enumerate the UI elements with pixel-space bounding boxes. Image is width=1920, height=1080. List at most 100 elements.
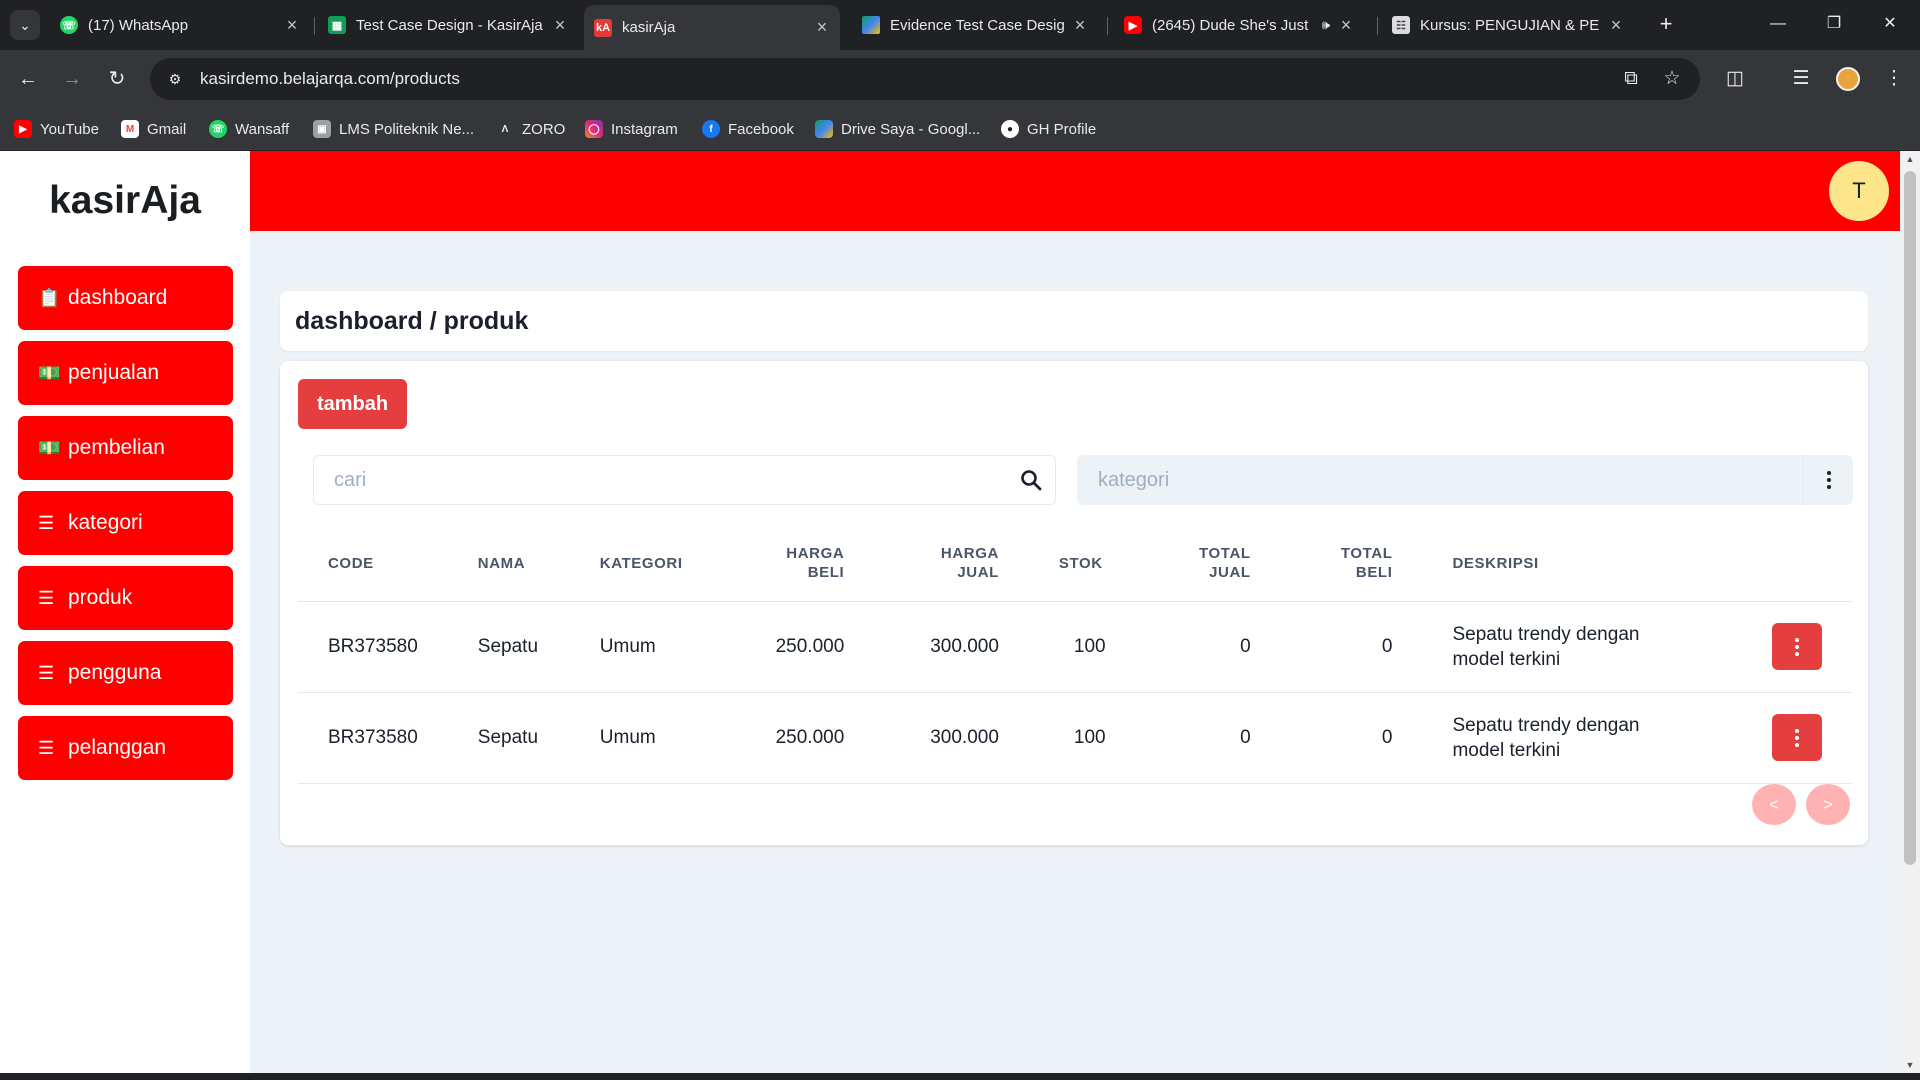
bookmark-lms[interactable]: ▣ LMS Politeknik Ne...	[313, 118, 474, 140]
sidebar-item-pengguna[interactable]: ☰ pengguna	[18, 641, 233, 705]
tab-title: kasirAja	[622, 19, 676, 36]
sidebar-item-label: pengguna	[68, 661, 162, 684]
cell-actions	[1720, 692, 1852, 784]
sidebar: kasirAja 📋 dashboard 💵 penjualan 💵 pembe…	[0, 151, 250, 1073]
bookmarks-bar: ▶ YouTube M Gmail ☏ Wansaff ▣ LMS Polite…	[0, 108, 1920, 150]
category-menu-button[interactable]	[1803, 455, 1853, 505]
table-row: BR373580 Sepatu Umum 250.000 300.000 100…	[298, 601, 1852, 693]
bookmark-wansaff[interactable]: ☏ Wansaff	[209, 118, 289, 140]
browser-tab-youtube[interactable]: ▶ (2645) Dude She's Just 🕪 ×	[1114, 7, 1364, 43]
lms-icon: ▣	[313, 120, 331, 138]
bookmark-zoro[interactable]: Λ ZORO	[496, 118, 565, 140]
browser-tab-kursus[interactable]: ☷ Kursus: PENGUJIAN & PEN ×	[1382, 7, 1634, 43]
bookmark-facebook[interactable]: f Facebook	[702, 118, 794, 140]
tab-title: (2645) Dude She's Just	[1152, 16, 1309, 34]
browser-menu-button[interactable]: ⋮	[1878, 63, 1910, 95]
bookmark-label: LMS Politeknik Ne...	[339, 120, 475, 138]
sidebar-item-label: dashboard	[68, 286, 168, 309]
browser-tab-kasiraja[interactable]: kA kasirAja ×	[584, 5, 840, 50]
address-bar[interactable]: ⚙ kasirdemo.belajarqa.com/products	[150, 58, 1700, 100]
bookmark-instagram[interactable]: ◯ Instagram	[585, 118, 678, 140]
category-select	[1077, 455, 1853, 505]
scroll-down-icon[interactable]: ▼	[1900, 1057, 1920, 1073]
bookmark-label: Facebook	[728, 120, 794, 138]
add-product-button[interactable]: tambah	[298, 379, 407, 429]
speaker-icon[interactable]: 🕪	[1322, 17, 1330, 33]
minimize-button[interactable]: —	[1758, 10, 1798, 38]
more-vertical-icon	[1795, 728, 1799, 747]
sidebar-item-dashboard[interactable]: 📋 dashboard	[18, 266, 233, 330]
profile-avatar[interactable]	[1836, 67, 1860, 91]
pagination-prev-button[interactable]: <	[1752, 784, 1796, 825]
sidebar-item-produk[interactable]: ☰ produk	[18, 566, 233, 630]
sidebar-item-penjualan[interactable]: 💵 penjualan	[18, 341, 233, 405]
bookmark-label: ZORO	[522, 120, 566, 138]
search-icon[interactable]	[1019, 468, 1043, 492]
list-icon: ☰	[38, 737, 55, 758]
user-avatar[interactable]: T	[1829, 161, 1889, 221]
reload-button[interactable]: ↻	[101, 63, 133, 95]
list-icon: ☰	[38, 662, 55, 683]
close-icon[interactable]: ×	[1338, 15, 1354, 36]
back-button[interactable]: ←	[12, 63, 44, 95]
bookmark-star-button[interactable]: ☆	[1656, 63, 1688, 95]
sidebar-item-pembelian[interactable]: 💵 pembelian	[18, 416, 233, 480]
star-icon: ☆	[1663, 68, 1681, 89]
close-icon[interactable]: ×	[1072, 15, 1088, 36]
forward-button[interactable]: →	[56, 63, 88, 95]
close-icon[interactable]: ×	[814, 17, 830, 38]
sidebar-item-pelanggan[interactable]: ☰ pelanggan	[18, 716, 233, 780]
new-tab-button[interactable]: +	[1652, 10, 1680, 38]
close-icon[interactable]: ×	[284, 15, 300, 36]
restore-button[interactable]: ❐	[1814, 10, 1854, 38]
close-window-button[interactable]: ✕	[1870, 10, 1910, 38]
cell-code: BR373580	[298, 601, 448, 693]
cell-stok: 100	[1028, 601, 1139, 693]
row-menu-button[interactable]	[1772, 623, 1822, 670]
bookmark-youtube[interactable]: ▶ YouTube	[14, 118, 99, 140]
bookmark-gmail[interactable]: M Gmail	[121, 118, 186, 140]
bookmark-drive[interactable]: Drive Saya - Googl...	[815, 118, 980, 140]
close-icon[interactable]: ×	[552, 15, 568, 36]
pagination-next-button[interactable]: >	[1806, 784, 1850, 825]
row-menu-button[interactable]	[1772, 714, 1822, 761]
app-logo[interactable]: kasirAja	[0, 179, 250, 223]
column-header-harga-jual: HARGA JUAL	[874, 526, 1029, 602]
bookmark-label: Drive Saya - Googl...	[841, 120, 981, 138]
search-input[interactable]	[315, 457, 995, 503]
browser-tab-whatsapp[interactable]: ☏ (17) WhatsApp ×	[50, 7, 310, 43]
whatsapp-icon: ☏	[60, 16, 78, 34]
column-header-harga-beli: HARGA BELI	[719, 526, 875, 602]
sheets-icon: ▦	[328, 16, 346, 34]
scroll-thumb[interactable]	[1904, 171, 1916, 865]
media-control-button[interactable]: ☰	[1785, 63, 1817, 95]
close-icon: ✕	[1883, 15, 1897, 32]
bookmark-gh-profile[interactable]: ● GH Profile	[1001, 118, 1096, 140]
tab-divider	[1377, 17, 1378, 35]
list-icon: ☰	[38, 587, 55, 608]
install-icon: ⧉	[1624, 68, 1638, 89]
tab-divider	[314, 17, 315, 35]
header-text: TOTAL JUAL	[1199, 545, 1251, 582]
browser-tab-evidence[interactable]: Evidence Test Case Design ×	[852, 7, 1098, 43]
url-text[interactable]: kasirdemo.belajarqa.com/products	[200, 69, 460, 89]
search-box	[313, 455, 1056, 505]
puzzle-icon: ◫	[1726, 68, 1744, 89]
table-header-row: CODE NAMA KATEGORI HARGA BELI HARGA JUAL…	[298, 526, 1852, 602]
playlist-icon: ☰	[1792, 68, 1810, 89]
site-info-icon[interactable]: ⚙	[164, 71, 186, 88]
page-scrollbar[interactable]: ▲ ▼	[1900, 151, 1920, 1073]
close-icon[interactable]: ×	[1608, 15, 1624, 36]
cell-total-beli: 0	[1280, 601, 1423, 693]
browser-tab-test-case-design[interactable]: ▦ Test Case Design - KasirAja ×	[318, 7, 578, 43]
cell-nama: Sepatu	[447, 601, 570, 693]
install-app-button[interactable]: ⧉	[1615, 63, 1647, 95]
extensions-button[interactable]: ◫	[1719, 63, 1751, 95]
tab-title: Test Case Design - KasirAja	[356, 16, 543, 34]
cell-harga-beli: 250.000	[719, 692, 875, 784]
sidebar-item-label: kategori	[68, 511, 143, 534]
tab-search-button[interactable]: ⌄	[10, 10, 40, 40]
sidebar-item-kategori[interactable]: ☰ kategori	[18, 491, 233, 555]
scroll-up-icon[interactable]: ▲	[1900, 151, 1920, 167]
category-input[interactable]	[1077, 455, 1797, 505]
